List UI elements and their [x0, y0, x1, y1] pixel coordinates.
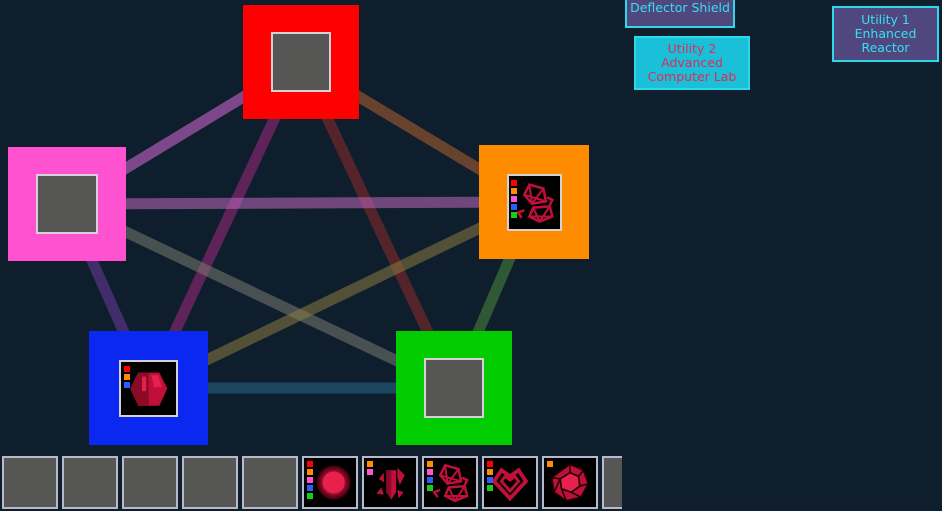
graph-node-0a28f0[interactable] — [89, 331, 208, 445]
slot-color-dots — [487, 461, 493, 491]
color-dot — [487, 469, 493, 475]
utility-box-label-line: Utility 2 — [667, 41, 717, 56]
color-dot — [307, 493, 313, 499]
color-dot — [511, 211, 518, 218]
graph-node-ff0000[interactable] — [243, 5, 359, 119]
slot-color-dots — [367, 461, 373, 475]
graph-node-ff52d0[interactable] — [8, 147, 126, 261]
color-dot — [307, 469, 313, 475]
node-empty-slot[interactable] — [423, 358, 485, 418]
color-dot — [123, 373, 130, 380]
inventory-slot[interactable] — [362, 456, 418, 509]
utility-box-utility-2[interactable]: Utility 2 Advanced Computer Lab — [634, 36, 750, 90]
color-dot — [123, 365, 130, 372]
node-item-slot[interactable] — [118, 359, 179, 417]
color-dot — [427, 485, 433, 491]
color-dot — [511, 179, 518, 186]
color-dot — [307, 477, 313, 483]
slot-color-dots — [427, 461, 433, 491]
color-dot — [123, 381, 130, 388]
skill-graph-canvas[interactable] — [0, 0, 622, 452]
inventory-slot[interactable] — [302, 456, 358, 509]
color-dot — [307, 461, 313, 467]
color-dot — [487, 461, 493, 467]
color-dot — [427, 469, 433, 475]
color-dot — [427, 477, 433, 483]
graph-edge — [66, 196, 535, 210]
color-dot — [511, 187, 518, 194]
inventory-slot[interactable] — [422, 456, 478, 509]
inventory-slot[interactable] — [122, 456, 178, 509]
utility-box-label-line: Advanced — [661, 55, 723, 70]
color-dot — [367, 469, 373, 475]
color-dot — [427, 461, 433, 467]
color-dot — [307, 485, 313, 491]
color-dot — [487, 477, 493, 483]
color-dot — [511, 195, 518, 202]
inventory-bar[interactable] — [0, 452, 658, 511]
inventory-slot[interactable] — [542, 456, 598, 509]
graph-node-00cc00[interactable] — [396, 331, 512, 445]
inventory-slot[interactable] — [482, 456, 538, 509]
utility-box-label-line: Computer Lab — [647, 69, 737, 84]
utility-box-label-line: Utility 1 — [861, 12, 910, 27]
inventory-slot[interactable] — [182, 456, 238, 509]
color-dot — [547, 461, 553, 467]
inventory-slot[interactable] — [62, 456, 118, 509]
graph-node-ff8c00[interactable] — [479, 145, 589, 259]
color-dot — [511, 203, 518, 210]
inventory-slot[interactable] — [242, 456, 298, 509]
utility-box-utility-1[interactable]: Utility 1 Enhanced Reactor — [832, 6, 939, 62]
utility-box-label-line: Enhanced — [854, 26, 917, 41]
node-empty-slot[interactable] — [36, 174, 98, 234]
slot-color-dots — [547, 461, 553, 467]
color-dot — [487, 485, 493, 491]
node-color-dots — [511, 179, 518, 218]
color-dot — [367, 461, 373, 467]
utility-box-deflector-shield[interactable]: Deflector Shield — [625, 0, 735, 28]
node-color-dots — [123, 365, 130, 388]
node-empty-slot[interactable] — [270, 32, 332, 92]
slot-color-dots — [307, 461, 313, 499]
inventory-slot[interactable] — [2, 456, 58, 509]
right-panel: Deflector Shield Utility 2 Advanced Compute… — [622, 0, 942, 511]
utility-box-label-line: Reactor — [861, 40, 910, 55]
node-item-slot[interactable] — [506, 173, 562, 231]
utility-box-label-line: Deflector Shield — [630, 0, 730, 15]
